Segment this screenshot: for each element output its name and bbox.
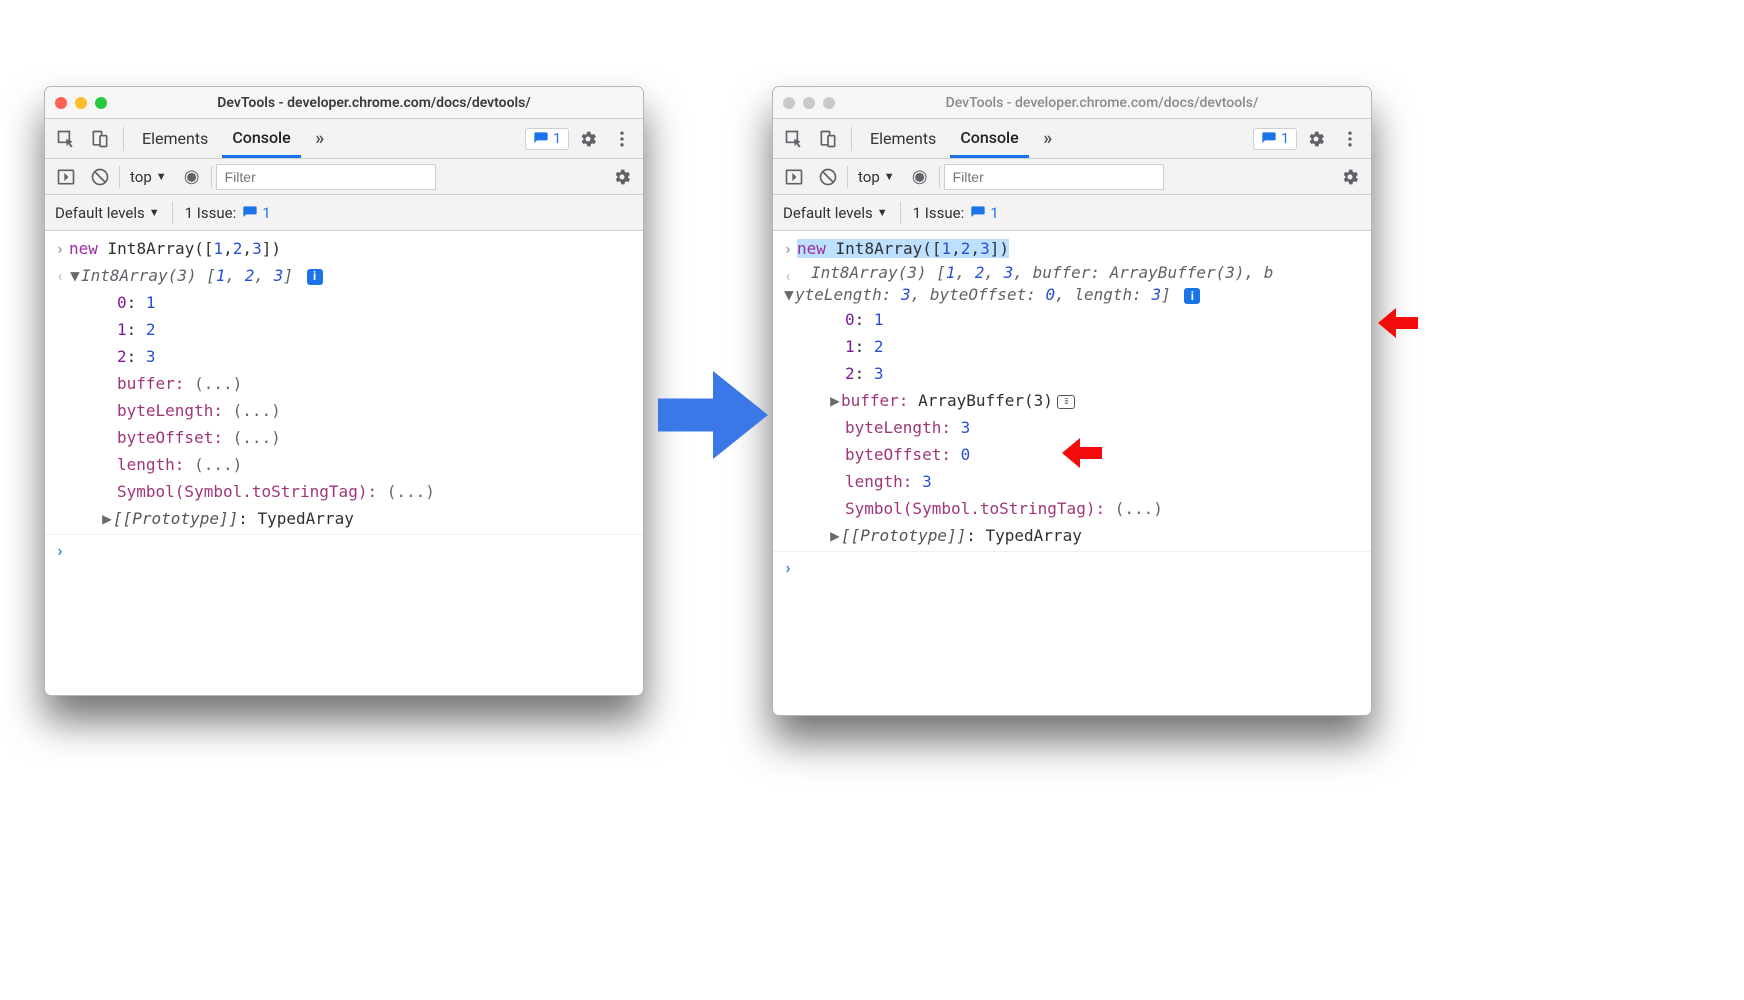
console-input-code: new Int8Array([1,2,3]) xyxy=(69,235,637,262)
console-settings-icon[interactable] xyxy=(607,162,637,192)
prop-row: Symbol(Symbol.toStringTag): (...) xyxy=(45,478,643,505)
titlebar: DevTools - developer.chrome.com/docs/dev… xyxy=(773,87,1371,119)
expand-toggle[interactable]: ▼ xyxy=(69,262,81,289)
annotation-arrow-icon xyxy=(1062,438,1102,468)
issues-summary[interactable]: 1 Issue: 1 xyxy=(185,204,271,222)
console-input-row: › new Int8Array([1,2,3]) xyxy=(773,235,1371,262)
console-input-code: new Int8Array([1,2,3]) xyxy=(797,235,1365,262)
console-toolbar: top▼ ◉ xyxy=(773,159,1371,195)
tab-elements[interactable]: Elements xyxy=(132,119,218,158)
log-levels-selector[interactable]: Default levels▼ xyxy=(55,204,160,222)
console-toolbar-secondary: Default levels▼ 1 Issue: 1 xyxy=(45,195,643,231)
titlebar: DevTools - developer.chrome.com/docs/dev… xyxy=(45,87,643,119)
prop-row: byteLength: 3 xyxy=(773,414,1371,441)
memory-inspector-icon[interactable]: ⁞⁞⁞ xyxy=(1057,395,1075,409)
expand-toggle[interactable]: ▶ xyxy=(829,387,841,414)
tab-console[interactable]: Console xyxy=(222,119,300,158)
input-marker-icon: › xyxy=(779,235,797,262)
console-toolbar-secondary: Default levels▼ 1 Issue: 1 xyxy=(773,195,1371,231)
console-toolbar: top▼ ◉ xyxy=(45,159,643,195)
console-output: › new Int8Array([1,2,3]) ‹ Int8Array(3) … xyxy=(773,231,1371,585)
info-badge-icon[interactable]: i xyxy=(307,269,323,285)
prop-row[interactable]: buffer: (...) xyxy=(45,370,643,397)
live-expression-icon[interactable]: ◉ xyxy=(905,162,935,192)
zoom-dot[interactable] xyxy=(823,97,835,109)
kebab-menu-icon[interactable] xyxy=(1335,124,1365,154)
zoom-dot[interactable] xyxy=(95,97,107,109)
prop-row[interactable]: length: (...) xyxy=(45,451,643,478)
window-title: DevTools - developer.chrome.com/docs/dev… xyxy=(843,95,1361,111)
expand-toggle[interactable]: ▶ xyxy=(829,522,841,549)
console-output-row: ‹ ▼Int8Array(3) [1, 2, 3]Int8Array(3) [1… xyxy=(45,262,643,289)
output-marker-icon: ‹ xyxy=(51,262,69,289)
devtools-window-after: DevTools - developer.chrome.com/docs/dev… xyxy=(772,86,1372,716)
transition-arrow-icon xyxy=(658,370,768,460)
live-expression-icon[interactable]: ◉ xyxy=(177,162,207,192)
expand-toggle[interactable]: ▶ xyxy=(101,505,113,532)
settings-icon[interactable] xyxy=(573,124,603,154)
close-dot[interactable] xyxy=(783,97,795,109)
prop-row[interactable]: byteOffset: (...) xyxy=(45,424,643,451)
close-dot[interactable] xyxy=(55,97,67,109)
prompt-marker-icon: › xyxy=(51,537,69,564)
index-row: 2: 3 xyxy=(45,343,643,370)
issues-summary[interactable]: 1 Issue: 1 xyxy=(913,204,999,222)
more-tabs-icon[interactable]: » xyxy=(305,124,335,154)
settings-icon[interactable] xyxy=(1301,124,1331,154)
tab-elements[interactable]: Elements xyxy=(860,119,946,158)
inspect-icon[interactable] xyxy=(779,124,809,154)
tab-console[interactable]: Console xyxy=(950,119,1028,158)
prop-row: Symbol(Symbol.toStringTag): (...) xyxy=(773,495,1371,522)
execution-context-selector[interactable]: top▼ xyxy=(852,168,901,186)
prop-row: length: 3 xyxy=(773,468,1371,495)
minimize-dot[interactable] xyxy=(803,97,815,109)
index-row: 0: 1 xyxy=(773,306,1371,333)
device-toggle-icon[interactable] xyxy=(813,124,843,154)
index-row: 1: 2 xyxy=(773,333,1371,360)
info-badge-icon[interactable]: i xyxy=(1184,288,1200,304)
main-tabs: Elements Console » 1 xyxy=(45,119,643,159)
console-output: › new Int8Array([1,2,3]) ‹ ▼Int8Array(3)… xyxy=(45,231,643,568)
issues-count: 1 xyxy=(553,131,561,147)
input-marker-icon: › xyxy=(51,235,69,262)
annotation-arrow-icon xyxy=(1378,308,1418,338)
sidebar-toggle-icon[interactable] xyxy=(51,162,81,192)
prototype-row[interactable]: ▶[[Prototype]]: TypedArray xyxy=(773,522,1371,549)
index-row: 0: 1 xyxy=(45,289,643,316)
issues-count: 1 xyxy=(1281,131,1289,147)
index-row: 1: 2 xyxy=(45,316,643,343)
window-title: DevTools - developer.chrome.com/docs/dev… xyxy=(115,95,633,111)
clear-console-icon[interactable] xyxy=(813,162,843,192)
kebab-menu-icon[interactable] xyxy=(607,124,637,154)
issues-button[interactable]: 1 xyxy=(525,128,569,150)
traffic-lights[interactable] xyxy=(783,97,835,109)
console-prompt-row[interactable]: › xyxy=(773,554,1371,581)
console-input-row: › new Int8Array([1,2,3]) xyxy=(45,235,643,262)
prompt-marker-icon: › xyxy=(779,554,797,581)
inspect-icon[interactable] xyxy=(51,124,81,154)
sidebar-toggle-icon[interactable] xyxy=(779,162,809,192)
console-prompt-row[interactable]: › xyxy=(45,537,643,564)
filter-input[interactable] xyxy=(216,164,436,190)
filter-input[interactable] xyxy=(944,164,1164,190)
prop-row[interactable]: byteLength: (...) xyxy=(45,397,643,424)
minimize-dot[interactable] xyxy=(75,97,87,109)
index-row: 2: 3 xyxy=(773,360,1371,387)
console-output-row: ‹ Int8Array(3) [1, 2, 3, buffer: ArrayBu… xyxy=(773,262,1371,306)
execution-context-selector[interactable]: top▼ xyxy=(124,168,173,186)
issues-button[interactable]: 1 xyxy=(1253,128,1297,150)
more-tabs-icon[interactable]: » xyxy=(1033,124,1063,154)
devtools-window-before: DevTools - developer.chrome.com/docs/dev… xyxy=(44,86,644,696)
clear-console-icon[interactable] xyxy=(85,162,115,192)
expand-toggle[interactable]: ▼ xyxy=(783,284,795,306)
traffic-lights[interactable] xyxy=(55,97,107,109)
console-settings-icon[interactable] xyxy=(1335,162,1365,192)
prototype-row[interactable]: ▶[[Prototype]]: TypedArray xyxy=(45,505,643,532)
device-toggle-icon[interactable] xyxy=(85,124,115,154)
log-levels-selector[interactable]: Default levels▼ xyxy=(783,204,888,222)
buffer-row[interactable]: ▶buffer: ArrayBuffer(3)⁞⁞⁞ xyxy=(773,387,1371,414)
main-tabs: Elements Console » 1 xyxy=(773,119,1371,159)
